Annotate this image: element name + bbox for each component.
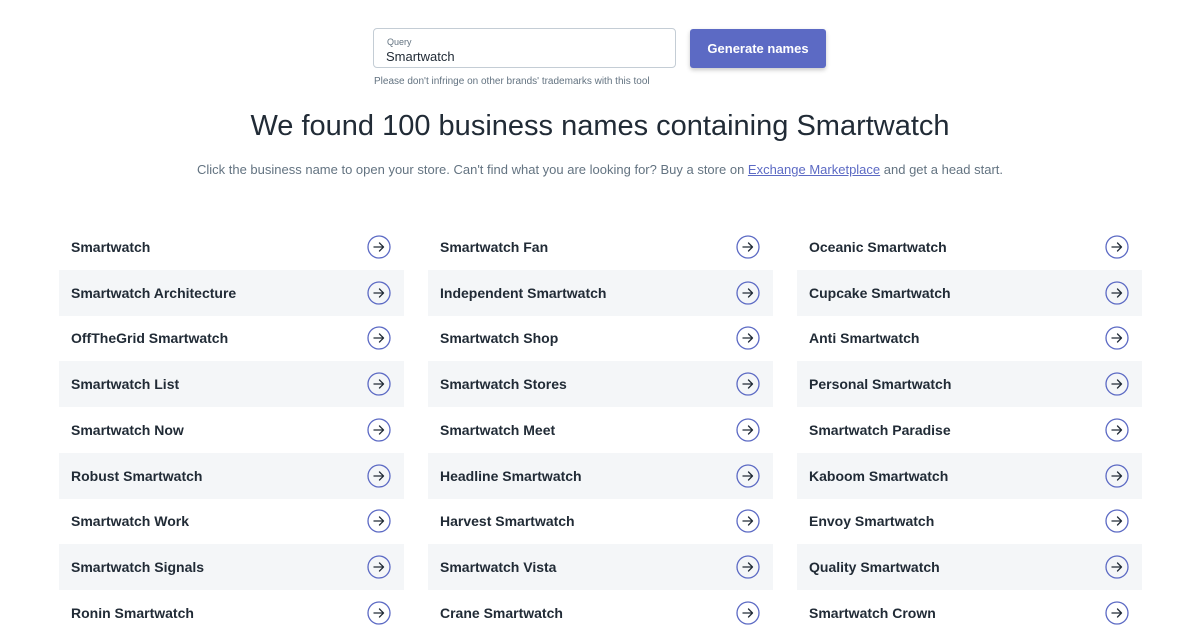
name-generator-page: Query Generate names Please don't infrin… [0, 0, 1200, 634]
business-name-grid: Smartwatch Smartwatch Fan Oceanic Smartwat… [59, 224, 1142, 634]
query-input[interactable] [386, 48, 661, 64]
business-name-item[interactable]: Smartwatch Work [59, 499, 404, 545]
business-name-label: Crane Smartwatch [440, 604, 563, 621]
business-name-item[interactable]: Smartwatch Now [59, 407, 404, 453]
business-name-label: Ronin Smartwatch [71, 604, 194, 621]
business-name-label: Smartwatch Crown [809, 604, 936, 621]
business-name-label: Anti Smartwatch [809, 330, 920, 347]
business-name-label: Envoy Smartwatch [809, 513, 935, 530]
business-name-label: Harvest Smartwatch [440, 513, 575, 530]
business-name-item[interactable]: Headline Smartwatch [428, 452, 773, 499]
subline-text-after: and get a head start. [880, 162, 1004, 177]
business-name-label: Cupcake Smartwatch [809, 284, 951, 301]
business-name-label: Personal Smartwatch [809, 376, 952, 393]
business-name-item[interactable]: Smartwatch Fan [428, 224, 773, 270]
arrow-right-circle-icon[interactable] [367, 326, 391, 351]
business-name-item[interactable]: OffTheGrid Smartwatch [59, 316, 404, 362]
arrow-right-circle-icon[interactable] [736, 372, 760, 396]
arrow-right-circle-icon[interactable] [367, 372, 391, 396]
arrow-right-circle-icon[interactable] [1105, 372, 1129, 396]
business-name-item[interactable]: Smartwatch Stores [428, 361, 773, 407]
business-name-item[interactable]: Personal Smartwatch [797, 361, 1142, 407]
arrow-right-circle-icon[interactable] [736, 326, 760, 351]
arrow-right-circle-icon[interactable] [736, 235, 760, 259]
business-name-item[interactable]: Anti Smartwatch [797, 316, 1142, 362]
business-name-label: Smartwatch Stores [440, 376, 567, 393]
arrow-right-circle-icon[interactable] [367, 509, 391, 534]
business-name-item[interactable]: Robust Smartwatch [59, 452, 404, 499]
business-name-label: Independent Smartwatch [440, 284, 607, 301]
business-name-label: Smartwatch Work [71, 513, 189, 530]
business-name-item[interactable]: Smartwatch Architecture [59, 269, 404, 316]
business-name-item[interactable]: Smartwatch Shop [428, 316, 773, 362]
business-name-label: Headline Smartwatch [440, 467, 582, 484]
business-name-label: OffTheGrid Smartwatch [71, 330, 229, 347]
business-name-item[interactable]: Oceanic Smartwatch [797, 224, 1142, 270]
exchange-marketplace-link[interactable]: Exchange Marketplace [748, 162, 880, 177]
arrow-right-circle-icon[interactable] [367, 463, 391, 488]
query-field[interactable]: Query [373, 28, 676, 68]
business-name-label: Smartwatch [71, 238, 151, 255]
business-name-item[interactable]: Harvest Smartwatch [428, 499, 773, 545]
business-name-item[interactable]: Quality Smartwatch [797, 544, 1142, 590]
business-name-item[interactable]: Smartwatch Crown [797, 590, 1142, 634]
business-name-item[interactable]: Envoy Smartwatch [797, 499, 1142, 545]
arrow-right-circle-icon[interactable] [367, 280, 391, 305]
business-name-label: Smartwatch Shop [440, 330, 559, 347]
arrow-right-circle-icon[interactable] [736, 601, 760, 625]
business-name-label: Oceanic Smartwatch [809, 238, 947, 255]
query-label: Query [387, 37, 412, 47]
arrow-right-circle-icon[interactable] [367, 418, 391, 442]
results-headline: We found 100 business names containing S… [250, 110, 950, 142]
business-name-item[interactable]: Cupcake Smartwatch [797, 269, 1142, 316]
business-name-label: Smartwatch Now [71, 421, 184, 438]
arrow-right-circle-icon[interactable] [1105, 235, 1129, 259]
arrow-right-circle-icon[interactable] [367, 235, 391, 259]
business-name-item[interactable]: Smartwatch [59, 224, 404, 270]
business-name-label: Quality Smartwatch [809, 559, 940, 576]
business-name-label: Kaboom Smartwatch [809, 467, 949, 484]
trademark-hint: Please don't infringe on other brands' t… [374, 76, 650, 87]
business-name-label: Smartwatch Signals [71, 559, 205, 576]
business-name-item[interactable]: Smartwatch Vista [428, 544, 773, 590]
subline-text-before: Click the business name to open your sto… [196, 162, 748, 177]
arrow-right-circle-icon[interactable] [367, 601, 391, 625]
business-name-item[interactable]: Smartwatch Signals [59, 544, 404, 590]
business-name-label: Smartwatch Architecture [71, 284, 237, 301]
arrow-right-circle-icon[interactable] [736, 463, 760, 488]
arrow-right-circle-icon[interactable] [736, 280, 760, 305]
business-name-item[interactable]: Kaboom Smartwatch [797, 452, 1142, 499]
business-name-item[interactable]: Smartwatch List [59, 361, 404, 407]
arrow-right-circle-icon[interactable] [1105, 555, 1129, 579]
arrow-right-circle-icon[interactable] [367, 555, 391, 579]
business-name-label: Smartwatch Paradise [809, 421, 951, 438]
arrow-right-circle-icon[interactable] [1105, 326, 1129, 351]
business-name-label: Smartwatch Fan [440, 238, 549, 255]
business-name-item[interactable]: Smartwatch Paradise [797, 407, 1142, 453]
business-name-label: Smartwatch List [71, 376, 180, 393]
business-name-label: Smartwatch Meet [440, 421, 556, 438]
arrow-right-circle-icon[interactable] [736, 555, 760, 579]
arrow-right-circle-icon[interactable] [1105, 601, 1129, 625]
generate-names-button[interactable]: Generate names [690, 29, 826, 68]
arrow-right-circle-icon[interactable] [1105, 509, 1129, 534]
business-name-item[interactable]: Independent Smartwatch [428, 269, 773, 316]
business-name-item[interactable]: Ronin Smartwatch [59, 590, 404, 634]
arrow-right-circle-icon[interactable] [736, 418, 760, 442]
arrow-right-circle-icon[interactable] [736, 509, 760, 534]
business-name-item[interactable]: Smartwatch Meet [428, 407, 773, 453]
arrow-right-circle-icon[interactable] [1105, 418, 1129, 442]
business-name-label: Smartwatch Vista [440, 559, 557, 576]
results-subline: Click the business name to open your sto… [0, 162, 1200, 177]
arrow-right-circle-icon[interactable] [1105, 280, 1129, 305]
arrow-right-circle-icon[interactable] [1105, 463, 1129, 488]
business-name-item[interactable]: Crane Smartwatch [428, 590, 773, 634]
business-name-label: Robust Smartwatch [71, 467, 203, 484]
